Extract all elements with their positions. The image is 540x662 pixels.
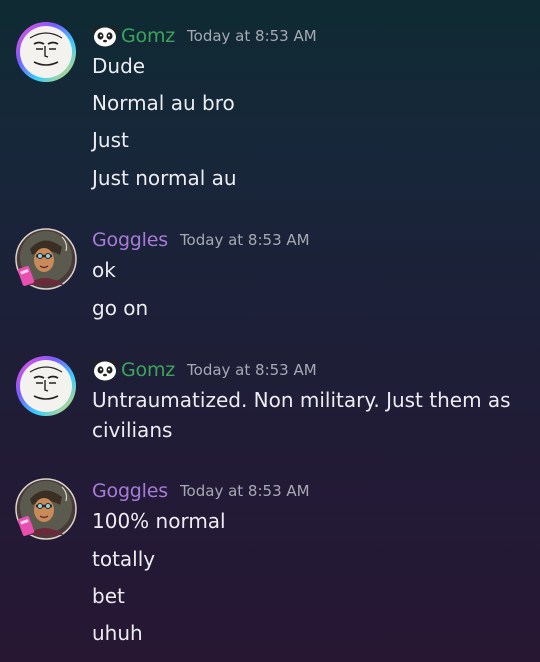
author-name[interactable]: Gomz — [121, 359, 175, 381]
message-text: uhuh — [92, 621, 143, 645]
message-text: bet — [92, 584, 125, 608]
author-name[interactable]: Goggles — [92, 229, 168, 251]
avatar[interactable] — [14, 20, 78, 84]
message-header: Goggles Today at 8:53 AM — [92, 479, 310, 503]
message-text: Normal au bro — [92, 91, 235, 115]
avatar[interactable] — [14, 354, 78, 418]
drawn-character-avatar-icon — [15, 228, 77, 290]
message-text: Just normal au — [92, 166, 237, 190]
timestamp: Today at 8:53 AM — [187, 27, 317, 45]
chat-message-list: Gomz Today at 8:53 AM Dude Normal au bro… — [0, 0, 540, 662]
drawn-character-avatar-icon — [15, 478, 77, 540]
message-group: Gomz Today at 8:53 AM Dude Normal au bro… — [0, 0, 540, 210]
author-name[interactable]: Gomz — [121, 25, 175, 47]
message-text: Untraumatized. Non military. Just them a… — [92, 388, 511, 442]
avatar[interactable] — [14, 477, 78, 541]
timestamp: Today at 8:53 AM — [179, 231, 310, 249]
panda-emoji-icon — [93, 26, 117, 47]
author-name[interactable]: Goggles — [92, 480, 168, 502]
message-group: Gomz Today at 8:53 AM Untraumatized. Non… — [0, 340, 540, 460]
timestamp: Today at 8:53 AM — [179, 482, 310, 500]
message-text: go on — [92, 296, 149, 320]
message-text: ok — [92, 258, 116, 282]
message-text: Dude — [92, 54, 146, 78]
avatar[interactable] — [14, 227, 78, 291]
panda-emoji-icon — [93, 360, 117, 381]
message-text: Just — [92, 128, 129, 152]
sketch-face-avatar-icon — [16, 22, 76, 82]
message-group: Goggles Today at 8:53 AM 100% normal tot… — [0, 460, 540, 662]
message-header: Goggles Today at 8:53 AM — [92, 228, 310, 252]
message-group: Goggles Today at 8:53 AM ok go on — [0, 210, 540, 340]
message-text: totally — [92, 547, 156, 571]
sketch-face-avatar-icon — [16, 356, 76, 416]
message-text: 100% normal — [92, 509, 226, 533]
timestamp: Today at 8:53 AM — [187, 361, 317, 379]
message-header: Gomz Today at 8:53 AM — [92, 24, 317, 48]
message-header: Gomz Today at 8:53 AM — [92, 358, 317, 382]
